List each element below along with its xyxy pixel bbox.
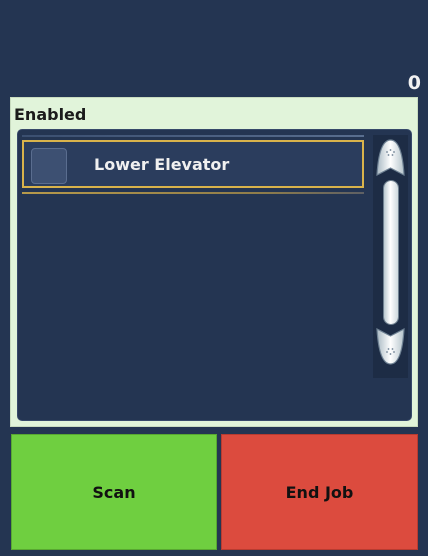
- list-separator: [22, 192, 364, 194]
- list-separator: [22, 135, 364, 137]
- panel-title: Enabled: [14, 105, 87, 124]
- scan-button[interactable]: Scan: [11, 434, 217, 550]
- end-job-button[interactable]: End Job: [221, 434, 418, 550]
- chevron-up-icon[interactable]: [375, 138, 406, 178]
- list-item-label: Lower Elevator: [94, 155, 230, 174]
- enabled-panel: Enabled Lower Elevator: [10, 97, 418, 427]
- lower-elevator-checkbox[interactable]: [31, 148, 67, 184]
- header-area: [0, 0, 428, 96]
- page-counter: 0: [407, 72, 421, 94]
- option-list: Lower Elevator: [17, 129, 412, 421]
- list-item-lower-elevator[interactable]: Lower Elevator: [22, 140, 364, 188]
- scrollbar-thumb[interactable]: [384, 181, 398, 324]
- chevron-down-icon[interactable]: [375, 326, 406, 366]
